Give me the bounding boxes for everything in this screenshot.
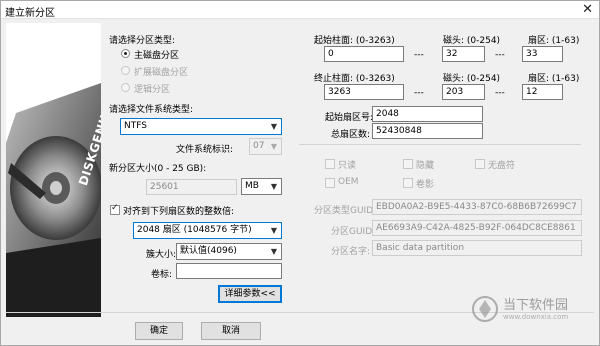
no-drive-letter-checkbox[interactable] [475, 159, 485, 169]
watermark-text: 当下软件园 [503, 298, 569, 313]
filesystem-id-value: 07 [253, 141, 265, 151]
partition-name-input[interactable]: Basic data partition [372, 240, 582, 256]
end-sector-input[interactable]: 12 [522, 84, 563, 100]
size-label: 新分区大小(0 - 25 GB): [109, 164, 207, 174]
oem-label: OEM [338, 177, 359, 187]
size-unit-value: MB [245, 181, 259, 191]
partition-name-label: 分区名字: [331, 247, 371, 257]
partition-guid-input[interactable]: AE6693A9-C42A-4825-B92F-064DC8CE8861 [372, 220, 582, 236]
title-bar: 建立新分区 ✕ [1, 1, 599, 19]
align-checkbox[interactable] [110, 203, 120, 215]
chevron-down-icon: ▼ [270, 182, 277, 191]
start-sector-label: 扇区: (1-63) [528, 36, 580, 46]
end-head-label: 磁头: (0-254) [443, 74, 501, 84]
ok-button[interactable]: 确定 [135, 322, 183, 340]
partition-guid-label: 分区GUID: [331, 227, 376, 237]
radio-extended-label: 扩展磁盘分区 [134, 68, 189, 78]
filesystem-id-label: 文件系统标识: [176, 145, 234, 155]
divider [299, 144, 581, 145]
details-button[interactable]: 详细参数<< [218, 285, 282, 303]
size-unit-select[interactable]: MB ▼ [241, 178, 282, 195]
partition-type-label: 请选择分区类型: [109, 36, 176, 46]
dash-separator: --- [495, 88, 505, 98]
size-input[interactable]: 25601 [146, 179, 237, 195]
dash-separator: --- [414, 88, 424, 98]
chevron-down-icon: ▼ [270, 122, 277, 131]
total-sectors-input[interactable]: 52430848 [372, 123, 483, 139]
start-cylinder-label: 起始柱面: (0-3263) [314, 36, 395, 46]
radio-primary-label: 主磁盘分区 [134, 51, 180, 61]
dash-separator: --- [414, 50, 424, 60]
hidden-label: 隐藏 [416, 161, 435, 171]
cancel-button[interactable]: 取消 [201, 322, 261, 340]
new-partition-dialog: 建立新分区 ✕ DISKGENIUS 请选择分区类型: 主磁盘分区 扩展磁盘分区… [0, 0, 600, 346]
start-sector-input[interactable]: 33 [522, 46, 563, 62]
hidden-checkbox[interactable] [403, 159, 413, 169]
end-sector-label: 扇区: (1-63) [528, 74, 580, 84]
oem-checkbox[interactable] [325, 178, 335, 188]
align-value: 2048 扇区 (1048576 字节) [137, 225, 252, 235]
start-cylinder-input[interactable]: 0 [324, 46, 404, 62]
window-title: 建立新分区 [5, 8, 55, 19]
readonly-label: 只读 [338, 161, 357, 171]
chevron-down-icon: ▼ [270, 226, 277, 235]
filesystem-value: NTFS [124, 121, 147, 131]
dash-separator: --- [495, 50, 505, 60]
chevron-down-icon: ▼ [270, 142, 277, 151]
close-icon[interactable]: ✕ [582, 2, 593, 17]
type-guid-label: 分区类型GUID: [314, 206, 377, 216]
total-sectors-label: 总扇区数: [331, 130, 371, 140]
site-watermark: 当下软件园 www.downxia.com [471, 291, 591, 331]
end-cylinder-label: 终止柱面: (0-3263) [314, 74, 395, 84]
end-head-input[interactable]: 203 [442, 84, 485, 100]
start-head-label: 磁头: (0-254) [443, 36, 501, 46]
diskgenius-artwork: DISKGENIUS [6, 23, 101, 317]
radio-logical[interactable] [121, 83, 130, 92]
volume-input[interactable] [176, 263, 282, 279]
chevron-down-icon: ▼ [270, 247, 277, 256]
filesystem-label: 请选择文件系统类型: [109, 105, 194, 115]
start-sector-number-input[interactable]: 2048 [372, 106, 483, 122]
cluster-select[interactable]: 默认值(4096) ▼ [176, 243, 282, 260]
end-cylinder-input[interactable]: 3263 [324, 84, 404, 100]
type-guid-input[interactable]: EBD0A0A2-B9E5-4433-87C0-68B6B72699C7 [372, 199, 582, 215]
filesystem-select[interactable]: NTFS ▼ [120, 118, 282, 135]
readonly-checkbox[interactable] [325, 159, 335, 169]
cluster-label: 簇大小: [146, 250, 177, 260]
watermark-logo-icon [472, 296, 498, 322]
start-sector-number-label: 起始扇区号: [325, 113, 374, 123]
radio-primary[interactable] [121, 49, 130, 58]
shadow-label: 卷影 [416, 180, 435, 190]
radio-logical-label: 逻辑分区 [134, 85, 171, 95]
align-checkbox-label: 对齐到下列扇区数的整数倍: [123, 207, 235, 217]
watermark-url: www.downxia.com [503, 313, 569, 321]
cluster-value: 默认值(4096) [180, 246, 237, 256]
volume-label: 卷标: [151, 270, 173, 280]
no-drive-letter-label: 无盘符 [488, 161, 516, 171]
filesystem-id-select[interactable]: 07 ▼ [249, 138, 282, 155]
start-head-input[interactable]: 32 [442, 46, 485, 62]
align-select[interactable]: 2048 扇区 (1048576 字节) ▼ [133, 222, 282, 239]
shadow-checkbox[interactable] [403, 178, 413, 188]
radio-extended[interactable] [121, 66, 130, 75]
